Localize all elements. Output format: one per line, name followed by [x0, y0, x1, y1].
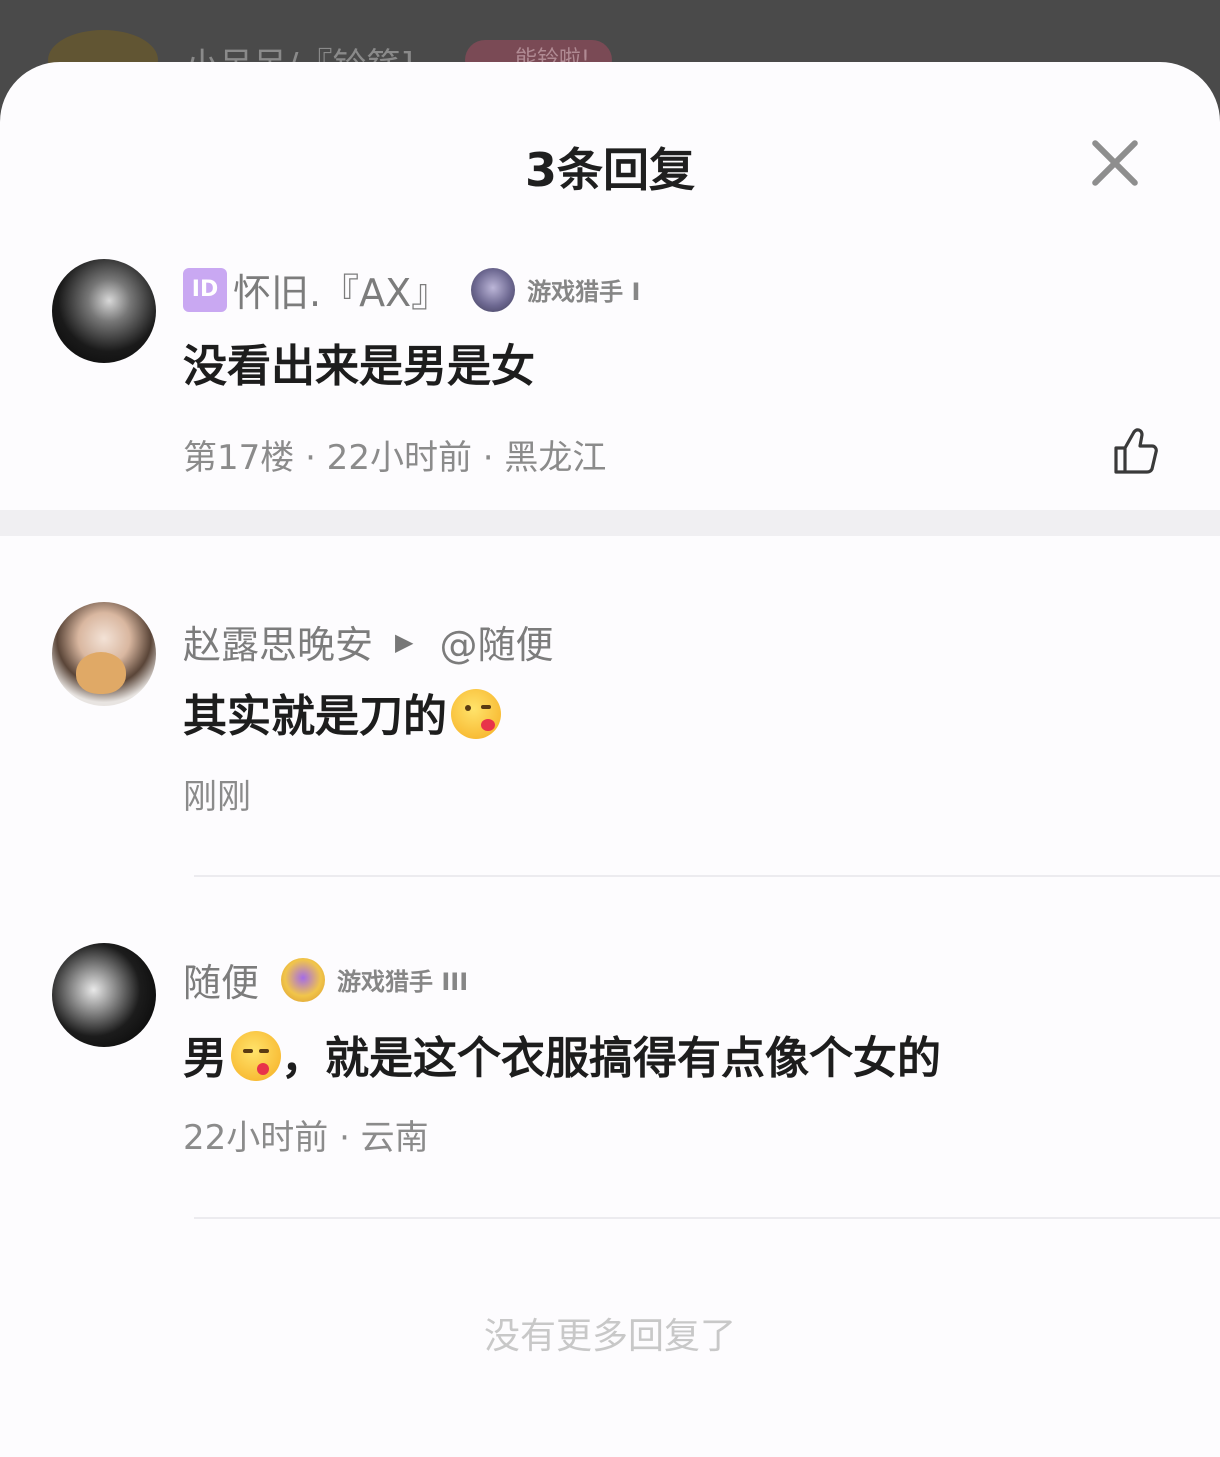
comment-text: 男 ，就是这个衣服搞得有点像个女的 — [183, 1022, 941, 1086]
avatar[interactable] — [52, 259, 156, 363]
play-arrow-icon: ▶ — [395, 627, 414, 656]
reply-header: 赵露思晚安 ▶ @随便 — [183, 614, 554, 669]
avatar[interactable] — [52, 602, 156, 706]
comment-meta: 22小时前 · 云南 — [183, 1118, 429, 1158]
comment-text: 其实就是刀的 — [183, 680, 501, 744]
username[interactable]: 怀旧.『AX』 — [233, 262, 449, 317]
comment-meta: 刚刚 — [183, 777, 251, 817]
comment-prefix: 男 — [183, 1033, 227, 1084]
section-separator — [0, 510, 1220, 536]
comment-suffix: ，就是这个衣服搞得有点像个女的 — [281, 1033, 941, 1084]
reply-header: 随便 游戏猎手 III — [183, 952, 468, 1007]
level-badge-icon — [281, 957, 326, 1002]
sheet-title: 3条回复 — [524, 143, 695, 197]
comment-meta: 第17楼 · 22小时前 · 黑龙江 — [183, 438, 607, 478]
replies-sheet: 3条回复 ID 怀旧.『AX』 游戏猎手 I 没看出来是男是女 第17楼 · 2… — [0, 62, 1220, 1457]
divider — [194, 1217, 1220, 1219]
level-label: 游戏猎手 I — [527, 278, 641, 306]
id-badge-icon: ID — [183, 267, 227, 312]
close-icon[interactable] — [1088, 136, 1142, 190]
level-badge-icon — [471, 267, 516, 312]
username[interactable]: 随便 — [183, 952, 259, 1007]
level-label: 游戏猎手 III — [337, 968, 469, 996]
comment-body: 其实就是刀的 — [183, 691, 447, 742]
cat-photo — [76, 652, 126, 694]
divider — [194, 875, 1220, 877]
avatar[interactable] — [52, 943, 156, 1047]
thumbs-up-icon[interactable] — [1108, 424, 1162, 478]
reply-target[interactable]: @随便 — [439, 614, 553, 669]
comment-text: 没看出来是男是女 — [183, 341, 535, 392]
no-more-replies: 没有更多回复了 — [483, 1316, 736, 1357]
yum-face-emoji — [231, 1031, 281, 1081]
reply-header: ID 怀旧.『AX』 游戏猎手 I — [183, 262, 640, 317]
kissing-face-emoji — [451, 689, 501, 739]
username[interactable]: 赵露思晚安 — [183, 614, 373, 669]
